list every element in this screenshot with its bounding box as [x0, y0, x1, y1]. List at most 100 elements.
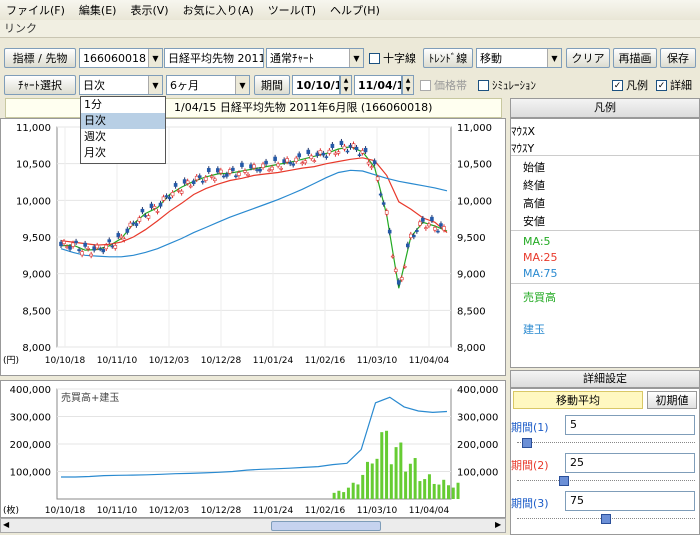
candle-body — [384, 210, 389, 215]
price-chart-svg[interactable]: 11,000 11,000 10,500 10,500 10,000 10,000 9,50… — [1, 119, 507, 377]
volume-bar — [346, 487, 350, 499]
period-unit-combo[interactable]: 日次 ▼ — [79, 75, 163, 95]
save-button[interactable]: 保存 — [660, 48, 696, 68]
check-icon: ✓ — [656, 79, 667, 91]
legend-mouse-x: ﾏｳｽX — [511, 125, 536, 138]
spin-up-icon[interactable]: ▲ — [406, 77, 411, 84]
candle-body — [409, 233, 413, 238]
candle-body — [216, 168, 220, 173]
dropdown-option-weekly[interactable]: 週次 — [81, 129, 165, 145]
dropdown-option-monthly[interactable]: 月次 — [81, 145, 165, 161]
chart-select-button[interactable]: ﾁｬｰﾄ選択 — [4, 75, 76, 95]
candle-body — [219, 169, 223, 174]
simulation-checkbox[interactable]: ｼﾐｭﾚｰｼｮﾝ — [478, 75, 536, 95]
candle-body — [372, 160, 377, 165]
candle-body — [360, 150, 365, 154]
candle-body — [430, 216, 434, 222]
x-tick-label: 11/01/24 — [253, 356, 294, 366]
slider-thumb[interactable] — [559, 476, 569, 486]
x-tick-label: 11/04/04 — [409, 356, 450, 366]
date-to-spinner[interactable]: ▲ ▼ — [402, 75, 414, 95]
period-slider-2[interactable] — [517, 475, 695, 487]
legend-checkbox[interactable]: ✓ 凡例 — [612, 75, 648, 95]
chevron-down-icon[interactable]: ▼ — [349, 49, 363, 67]
range-combo[interactable]: 6ヶ月 ▼ — [166, 75, 250, 95]
candle-body — [173, 183, 178, 187]
chevron-down-icon[interactable]: ▼ — [148, 76, 162, 94]
period-field-3[interactable]: 75 — [565, 491, 695, 511]
period-field-2[interactable]: 25 — [565, 453, 695, 473]
detail-checkbox[interactable]: ✓ 詳細 — [656, 75, 692, 95]
y-tick-label-right: 200,000 — [457, 440, 498, 451]
candle-body — [158, 202, 163, 207]
candle-body — [348, 144, 353, 148]
chevron-down-icon[interactable]: ▼ — [235, 76, 249, 94]
candle-body — [433, 227, 437, 231]
slider-thumb[interactable] — [522, 438, 533, 448]
detail-settings-header: 詳細設定 — [510, 370, 700, 388]
tab-moving-average[interactable]: 移動平均 — [513, 391, 643, 409]
candle-body — [282, 159, 286, 164]
crosshair-checkbox[interactable]: 十字線 — [369, 48, 416, 68]
scroll-right-icon[interactable]: ▶ — [495, 520, 501, 529]
chart-scrollbar[interactable]: ◀ ▶ — [0, 518, 506, 533]
volume-chart-svg[interactable]: 売買高+建玉 400,000 400,000 300,000 300,000 200,00… — [1, 381, 507, 519]
scrollbar-thumb[interactable] — [271, 521, 381, 531]
candle-body — [396, 280, 401, 285]
slider-thumb[interactable] — [601, 514, 611, 524]
period-slider-1[interactable] — [517, 437, 695, 449]
candle-body — [209, 175, 214, 178]
chevron-down-icon[interactable]: ▼ — [148, 49, 162, 67]
redraw-button[interactable]: 再描画 — [613, 48, 657, 68]
price-band-checkbox[interactable]: 価格帯 — [420, 75, 467, 95]
mode-combo[interactable]: 移動 ▼ — [476, 48, 562, 68]
candle-body — [68, 246, 72, 250]
spin-up-icon[interactable]: ▲ — [344, 77, 349, 84]
tab-defaults[interactable]: 初期値 — [647, 391, 697, 409]
y-tick-label-right: 10,500 — [457, 160, 492, 171]
chart-type-combo[interactable]: 通常ﾁｬｰﾄ ▼ — [266, 48, 364, 68]
x-tick-label: 11/02/16 — [305, 356, 346, 366]
period-field-1[interactable]: 5 — [565, 415, 695, 435]
menu-tools[interactable]: ツール(T) — [268, 2, 316, 18]
candle-body — [291, 163, 296, 166]
trendline-button[interactable]: ﾄﾚﾝﾄﾞ線 — [423, 48, 473, 68]
clear-button[interactable]: クリア — [566, 48, 610, 68]
volume-bar — [356, 484, 360, 499]
links-bar[interactable]: リンク — [0, 20, 700, 38]
dropdown-option-1min[interactable]: 1分 — [81, 97, 165, 113]
spin-down-icon[interactable]: ▼ — [406, 86, 411, 93]
candle-body — [92, 246, 96, 251]
scroll-left-icon[interactable]: ◀ — [3, 520, 9, 529]
menu-edit[interactable]: 編集(E) — [79, 2, 117, 18]
candle-body — [375, 176, 380, 181]
candle-body — [390, 255, 395, 258]
legend-close: 終値 — [523, 179, 545, 192]
period-slider-3[interactable] — [517, 513, 695, 525]
menu-file[interactable]: ファイル(F) — [6, 2, 65, 18]
candle-body — [188, 185, 193, 188]
candle-body — [161, 196, 166, 201]
dropdown-option-daily[interactable]: 日次 — [81, 113, 165, 129]
date-to-field[interactable]: 11/04/15 — [354, 75, 402, 95]
date-from-spinner[interactable]: ▲ ▼ — [340, 75, 352, 95]
candle-body — [225, 173, 229, 177]
price-chart[interactable]: 11,000 11,000 10,500 10,500 10,000 10,000 9,50… — [0, 118, 506, 376]
candle-body — [143, 215, 148, 217]
x-tick-label: 10/11/10 — [97, 506, 138, 516]
menu-view[interactable]: 表示(V) — [130, 2, 168, 18]
menu-favorites[interactable]: お気に入り(A) — [183, 2, 254, 18]
volume-bar — [351, 482, 355, 499]
index-futures-button[interactable]: 指標 / 先物 — [4, 48, 76, 68]
menu-help[interactable]: ヘルプ(H) — [330, 2, 380, 18]
spin-down-icon[interactable]: ▼ — [344, 86, 349, 93]
y-tick-label-right: 9,500 — [457, 233, 486, 244]
volume-bar — [413, 458, 417, 499]
date-from-field[interactable]: 10/10/15 — [292, 75, 340, 95]
code-combo[interactable]: 166060018 ▼ — [79, 48, 163, 68]
chevron-down-icon[interactable]: ▼ — [547, 49, 561, 67]
period-button[interactable]: 期間 — [254, 75, 290, 95]
volume-bar — [447, 485, 450, 499]
volume-chart[interactable]: 売買高+建玉 400,000 400,000 300,000 300,000 200,00… — [0, 380, 506, 518]
candle-body — [222, 175, 226, 178]
